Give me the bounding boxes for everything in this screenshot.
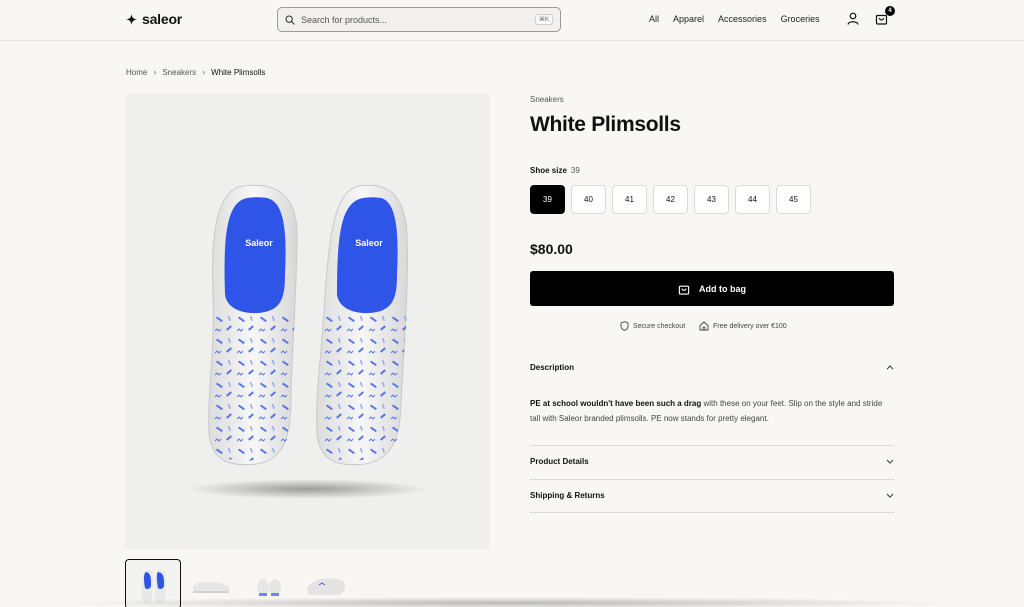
chevron-right-icon: ›: [202, 67, 206, 77]
product-title: White Plimsolls: [530, 113, 681, 136]
secure-checkout-text: Secure checkout: [633, 322, 686, 330]
free-delivery-text: Free delivery over €100: [713, 322, 787, 330]
purchase-assurances: Secure checkout Free delivery over €100: [620, 321, 787, 331]
shoe-illustration: Saleor Saleor: [187, 184, 427, 499]
product-details-accordion-header[interactable]: Product Details: [530, 457, 894, 466]
secure-checkout-note: Secure checkout: [620, 321, 685, 331]
breadcrumb-category[interactable]: Sneakers: [162, 68, 196, 77]
search-input[interactable]: [301, 14, 521, 25]
search-shortcut-badge: ⌘K: [534, 14, 553, 25]
selected-size-value: 39: [570, 166, 580, 175]
product-category[interactable]: Sneakers: [530, 95, 564, 104]
size-label: Shoe size 39: [530, 166, 580, 175]
description-title: Description: [530, 363, 575, 372]
nav-link-groceries[interactable]: Groceries: [781, 14, 820, 24]
chevron-down-icon: [886, 459, 894, 464]
user-icon[interactable]: [847, 12, 859, 25]
divider: [530, 445, 894, 446]
description-bold-text: PE at school wouldn't have been such a d…: [530, 399, 702, 408]
size-selector: 39 40 41 42 43 44 45: [530, 185, 811, 214]
chevron-down-icon: [886, 493, 894, 498]
insole-brand-text: Saleor: [245, 238, 273, 248]
free-delivery-note: Free delivery over €100: [699, 321, 787, 331]
size-option-40[interactable]: 40: [571, 185, 606, 214]
size-option-43[interactable]: 43: [694, 185, 729, 214]
breadcrumb: Home › Sneakers › White Plimsolls: [126, 67, 265, 77]
logo-text: saleor: [142, 11, 183, 27]
chevron-right-icon: ›: [153, 67, 157, 77]
description-text: PE at school wouldn't have been such a d…: [530, 396, 894, 426]
sparkle-icon: [126, 13, 137, 25]
size-option-45[interactable]: 45: [776, 185, 811, 214]
chevron-up-icon: [886, 365, 894, 370]
size-option-41[interactable]: 41: [612, 185, 647, 214]
divider: [530, 479, 894, 480]
nav-link-apparel[interactable]: Apparel: [673, 14, 704, 24]
nav-link-all[interactable]: All: [649, 14, 659, 24]
logo[interactable]: saleor: [126, 11, 182, 27]
main-nav: All Apparel Accessories Groceries: [649, 14, 820, 24]
shield-icon: [620, 321, 629, 331]
size-label-text: Shoe size: [530, 166, 567, 175]
size-option-44[interactable]: 44: [735, 185, 770, 214]
add-to-bag-button[interactable]: Add to bag: [530, 271, 894, 306]
insole-brand-text: Saleor: [355, 238, 383, 248]
shopping-bag-icon: [678, 285, 690, 295]
shipping-returns-accordion-header[interactable]: Shipping & Returns: [530, 491, 894, 500]
divider: [530, 512, 894, 513]
size-option-42[interactable]: 42: [653, 185, 688, 214]
nav-link-accessories[interactable]: Accessories: [718, 14, 767, 24]
breadcrumb-home[interactable]: Home: [126, 68, 147, 77]
shipping-returns-title: Shipping & Returns: [530, 491, 605, 500]
product-main-image[interactable]: Saleor Saleor: [125, 94, 490, 549]
home-icon: [699, 321, 709, 331]
description-accordion-header[interactable]: Description: [530, 363, 894, 372]
add-to-bag-label: Add to bag: [699, 283, 746, 294]
product-details-title: Product Details: [530, 457, 589, 466]
footer-shadow: [60, 597, 960, 607]
product-price: $80.00: [530, 241, 573, 257]
site-header: saleor ⌘K All Apparel Accessories Grocer…: [0, 0, 1024, 41]
cart-count-badge: 4: [885, 6, 895, 16]
search-bar[interactable]: ⌘K: [277, 7, 561, 32]
size-option-39[interactable]: 39: [530, 185, 565, 214]
breadcrumb-current: White Plimsolls: [211, 67, 266, 77]
search-icon: [285, 14, 295, 25]
